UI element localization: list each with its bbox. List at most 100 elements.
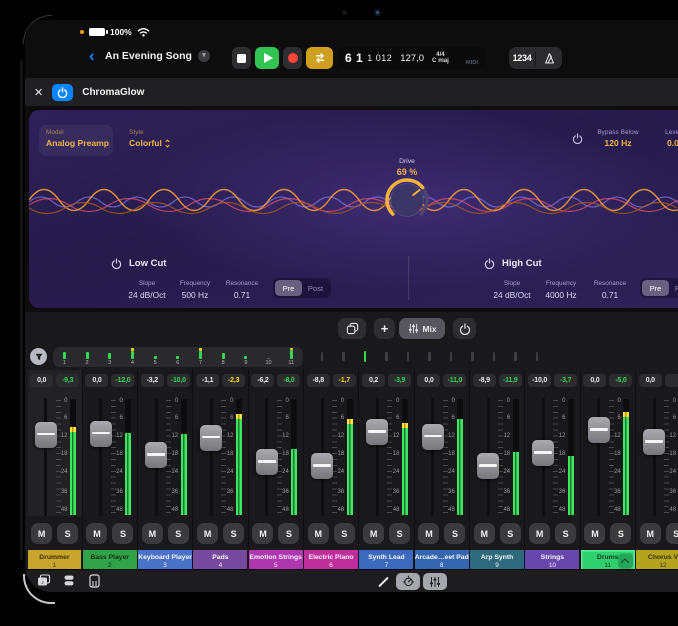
overview-meter[interactable]: 5 (144, 347, 167, 367)
highcut-prepost-toggle[interactable]: Pre Post (640, 278, 678, 298)
highcut-resonance[interactable]: Resonance 0.71 (585, 280, 635, 300)
fader-handle[interactable] (477, 453, 499, 479)
track-name: Bass Player (90, 554, 129, 561)
lcd-display[interactable]: 6 1 1 012 127,0 4/4 C maj MIDI (338, 47, 485, 69)
fader-handle[interactable] (35, 422, 57, 448)
mixer-power-button[interactable] (453, 318, 476, 339)
lowcut-slope[interactable]: Slope 24 dB/Oct (122, 280, 172, 300)
post-option[interactable]: Post (669, 280, 678, 296)
pre-option[interactable]: Pre (642, 280, 669, 296)
plugins-button[interactable] (63, 574, 75, 587)
highcut-frequency[interactable]: Frequency 4000 Hz (536, 280, 586, 300)
mute-button[interactable]: M (31, 523, 52, 544)
mute-button[interactable]: M (529, 523, 550, 544)
mixer-view-button[interactable] (423, 573, 447, 590)
solo-button[interactable]: S (610, 523, 631, 544)
lowcut-resonance[interactable]: Resonance 0.71 (217, 280, 267, 300)
post-option[interactable]: Post (302, 280, 329, 296)
mute-button[interactable]: M (86, 523, 107, 544)
solo-button[interactable]: S (334, 523, 355, 544)
solo-button[interactable]: S (500, 523, 521, 544)
close-icon[interactable]: ✕ (34, 86, 43, 99)
level-control[interactable]: Level 0.0 (650, 129, 678, 148)
overview-meter[interactable]: 8 (212, 347, 235, 367)
drive-knob[interactable] (383, 176, 431, 224)
play-button[interactable] (255, 47, 279, 69)
lowcut-frequency[interactable]: Frequency 500 Hz (170, 280, 220, 300)
highcut-slope[interactable]: Slope 24 dB/Oct (487, 280, 537, 300)
mute-button[interactable]: M (640, 523, 661, 544)
mute-button[interactable]: M (474, 523, 495, 544)
overview-meter[interactable]: 2 (76, 347, 99, 367)
fader-handle[interactable] (311, 453, 333, 479)
solo-button[interactable]: S (57, 523, 78, 544)
solo-button[interactable]: S (389, 523, 410, 544)
overview-meter[interactable]: 1 (53, 347, 76, 367)
back-chevron-icon[interactable]: ‹ (89, 46, 95, 66)
overview-meter[interactable]: 11 (280, 347, 303, 367)
pre-option[interactable]: Pre (275, 280, 302, 296)
bypass-power-icon[interactable] (572, 133, 583, 144)
fader-handle[interactable] (422, 424, 444, 450)
count-in-button[interactable]: 1234 (509, 53, 535, 63)
controls-view-button[interactable] (396, 573, 420, 590)
overview-meter[interactable]: 7 (189, 347, 212, 367)
overview-meter[interactable]: 4 (121, 347, 144, 367)
track-number: 2 (108, 562, 112, 569)
level-meter (347, 399, 353, 515)
solo-button[interactable]: S (112, 523, 133, 544)
playhead-position: 6 1 (345, 51, 363, 65)
style-selector[interactable]: Style Colorful (129, 129, 170, 148)
plugin-power-button[interactable] (52, 84, 73, 101)
record-button[interactable] (283, 47, 302, 69)
mute-button[interactable]: M (197, 523, 218, 544)
solo-button[interactable]: S (168, 523, 189, 544)
overview-meter[interactable]: 6 (166, 347, 189, 367)
value-badges: 0,0 (636, 370, 678, 396)
mute-button[interactable]: M (142, 523, 163, 544)
solo-button[interactable]: S (278, 523, 299, 544)
model-selector[interactable]: Model Analog Preamp (39, 125, 113, 156)
bypass-below-control[interactable]: Bypass Below 120 Hz (586, 129, 650, 148)
mix-button[interactable]: Mix (399, 318, 445, 339)
fader-handle[interactable] (588, 417, 610, 443)
cycle-button[interactable] (306, 47, 333, 69)
wifi-icon (137, 27, 150, 37)
mute-button[interactable]: M (252, 523, 273, 544)
overview-meter[interactable]: 3 (98, 347, 121, 367)
fader-handle[interactable] (256, 449, 278, 475)
overview-meter[interactable]: 9 (235, 347, 258, 367)
keyboard-button[interactable] (89, 574, 100, 588)
gain-badge: 0,2 (362, 374, 385, 387)
mute-button[interactable]: M (418, 523, 439, 544)
track-filter-button[interactable] (30, 348, 47, 365)
stop-button[interactable] (232, 47, 251, 69)
lowcut-power-icon[interactable] (111, 258, 122, 269)
metronome-button[interactable] (536, 52, 562, 65)
overview-track-number: 5 (144, 360, 167, 366)
solo-button[interactable]: S (444, 523, 465, 544)
mute-button[interactable]: M (363, 523, 384, 544)
duplicate-button[interactable] (338, 318, 366, 339)
pencil-icon[interactable] (378, 577, 389, 588)
fader-handle[interactable] (366, 419, 388, 445)
lowcut-prepost-toggle[interactable]: Pre Post (273, 278, 331, 298)
mute-button[interactable]: M (308, 523, 329, 544)
add-button[interactable]: + (374, 318, 395, 339)
fader-handle[interactable] (90, 421, 112, 447)
fader-handle[interactable] (532, 440, 554, 466)
fader-handle[interactable] (145, 442, 167, 468)
fader-handle[interactable] (200, 425, 222, 451)
mute-button[interactable]: M (584, 523, 605, 544)
db-scale: 0 6 12 18 24 36 48 (50, 396, 68, 518)
chevron-up-icon[interactable] (618, 554, 633, 569)
song-title-menu[interactable]: An Evening Song ▾ (105, 50, 210, 62)
solo-button[interactable]: S (223, 523, 244, 544)
track-overview-meters[interactable]: 1 2 3 4 5 6 7 (53, 347, 303, 367)
overview-track-number: 4 (121, 360, 144, 366)
solo-button[interactable]: S (666, 523, 678, 544)
fader-handle[interactable] (643, 429, 665, 455)
highcut-power-icon[interactable] (484, 258, 495, 269)
overview-meter[interactable]: 10 (257, 347, 280, 367)
solo-button[interactable]: S (555, 523, 576, 544)
